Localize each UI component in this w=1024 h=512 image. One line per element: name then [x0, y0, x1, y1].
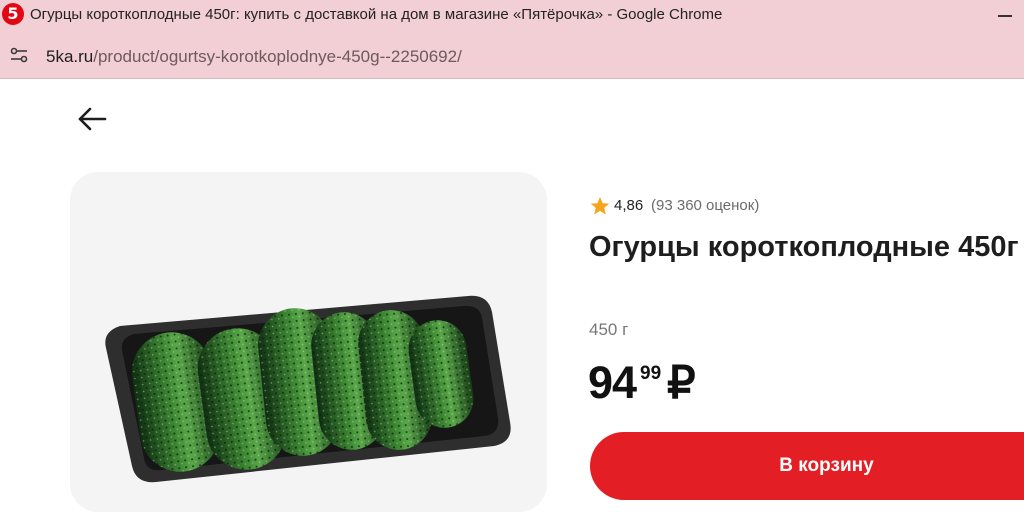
- site-info-button[interactable]: [4, 40, 34, 70]
- price-integer: 94: [588, 357, 637, 408]
- tune-icon: [10, 47, 28, 63]
- cucumbers-tray-picture: [105, 295, 511, 483]
- window-title: Огурцы короткоплодные 450г: купить с дос…: [30, 6, 723, 23]
- product-image[interactable]: [70, 172, 547, 512]
- add-to-cart-button[interactable]: В корзину: [590, 432, 1024, 500]
- rating-value: 4,86: [614, 197, 644, 214]
- url-text[interactable]: 5ka.ru/product/ogurtsy-korotkoplodnye-45…: [46, 47, 462, 67]
- chrome-divider: [0, 78, 1024, 79]
- minimize-icon[interactable]: [996, 4, 1016, 26]
- price-fraction: 99: [640, 363, 662, 384]
- url-host: 5ka.ru: [46, 47, 94, 66]
- pyaterochka-logo-icon: 5: [2, 3, 24, 25]
- price-currency: ₽: [667, 357, 696, 408]
- star-icon: [590, 197, 610, 215]
- add-to-cart-label: В корзину: [779, 455, 874, 476]
- rating-count[interactable]: (93 360 оценок): [651, 197, 759, 214]
- back-button[interactable]: [76, 104, 108, 136]
- arrow-left-icon: [78, 107, 107, 131]
- browser-title-bar: 5 Огурцы короткоплодные 450г: купить с д…: [0, 0, 1024, 32]
- url-path: /product/ogurtsy-korotkoplodnye-450g--22…: [93, 47, 462, 66]
- product-title: Огурцы короткоплодные 450г: [589, 231, 1019, 263]
- address-bar[interactable]: 5ka.ru/product/ogurtsy-korotkoplodnye-45…: [0, 32, 1024, 78]
- product-weight: 450 г: [589, 320, 629, 339]
